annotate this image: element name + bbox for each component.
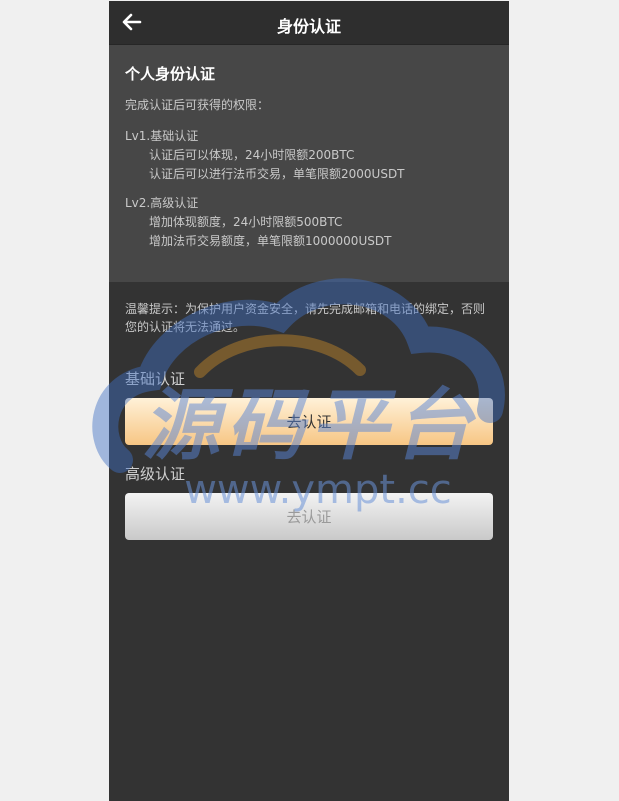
level-line: 认证后可以进行法币交易，单笔限额2000USDT <box>149 167 405 181</box>
page-title: 身份认证 <box>276 17 341 36</box>
level-title: Lv2.高级认证 <box>125 196 199 210</box>
basic-auth-label: 基础认证 <box>125 370 186 388</box>
advanced-auth-label: 高级认证 <box>125 465 186 483</box>
level-line: 认证后可以体现，24小时限额200BTC <box>149 148 355 162</box>
tip-text: 温馨提示：为保护用户资金安全，请先完成邮箱和电话的绑定，否则您的认证将无法通过。 <box>125 302 486 334</box>
level-title: Lv1.基础认证 <box>125 129 199 143</box>
level-block: Lv2.高级认证 增加体现额度，24小时限额500BTC 增加法币交易额度，单笔… <box>125 194 493 251</box>
basic-auth-button[interactable]: 去认证 <box>125 398 493 445</box>
level-line: 增加体现额度，24小时限额500BTC <box>149 215 343 229</box>
top-bar: 身份认证 <box>109 1 509 45</box>
info-panel: 个人身份认证 完成认证后可获得的权限： Lv1.基础认证 认证后可以体现，24小… <box>109 45 509 282</box>
level-block: Lv1.基础认证 认证后可以体现，24小时限额200BTC 认证后可以进行法币交… <box>125 127 493 184</box>
level-line: 增加法币交易额度，单笔限额1000000USDT <box>149 234 392 248</box>
info-title: 个人身份认证 <box>125 65 216 83</box>
info-subtitle: 完成认证后可获得的权限： <box>125 98 270 112</box>
advanced-auth-button[interactable]: 去认证 <box>125 493 493 540</box>
phone-screen: 身份认证 个人身份认证 完成认证后可获得的权限： Lv1.基础认证 认证后可以体… <box>109 1 509 801</box>
